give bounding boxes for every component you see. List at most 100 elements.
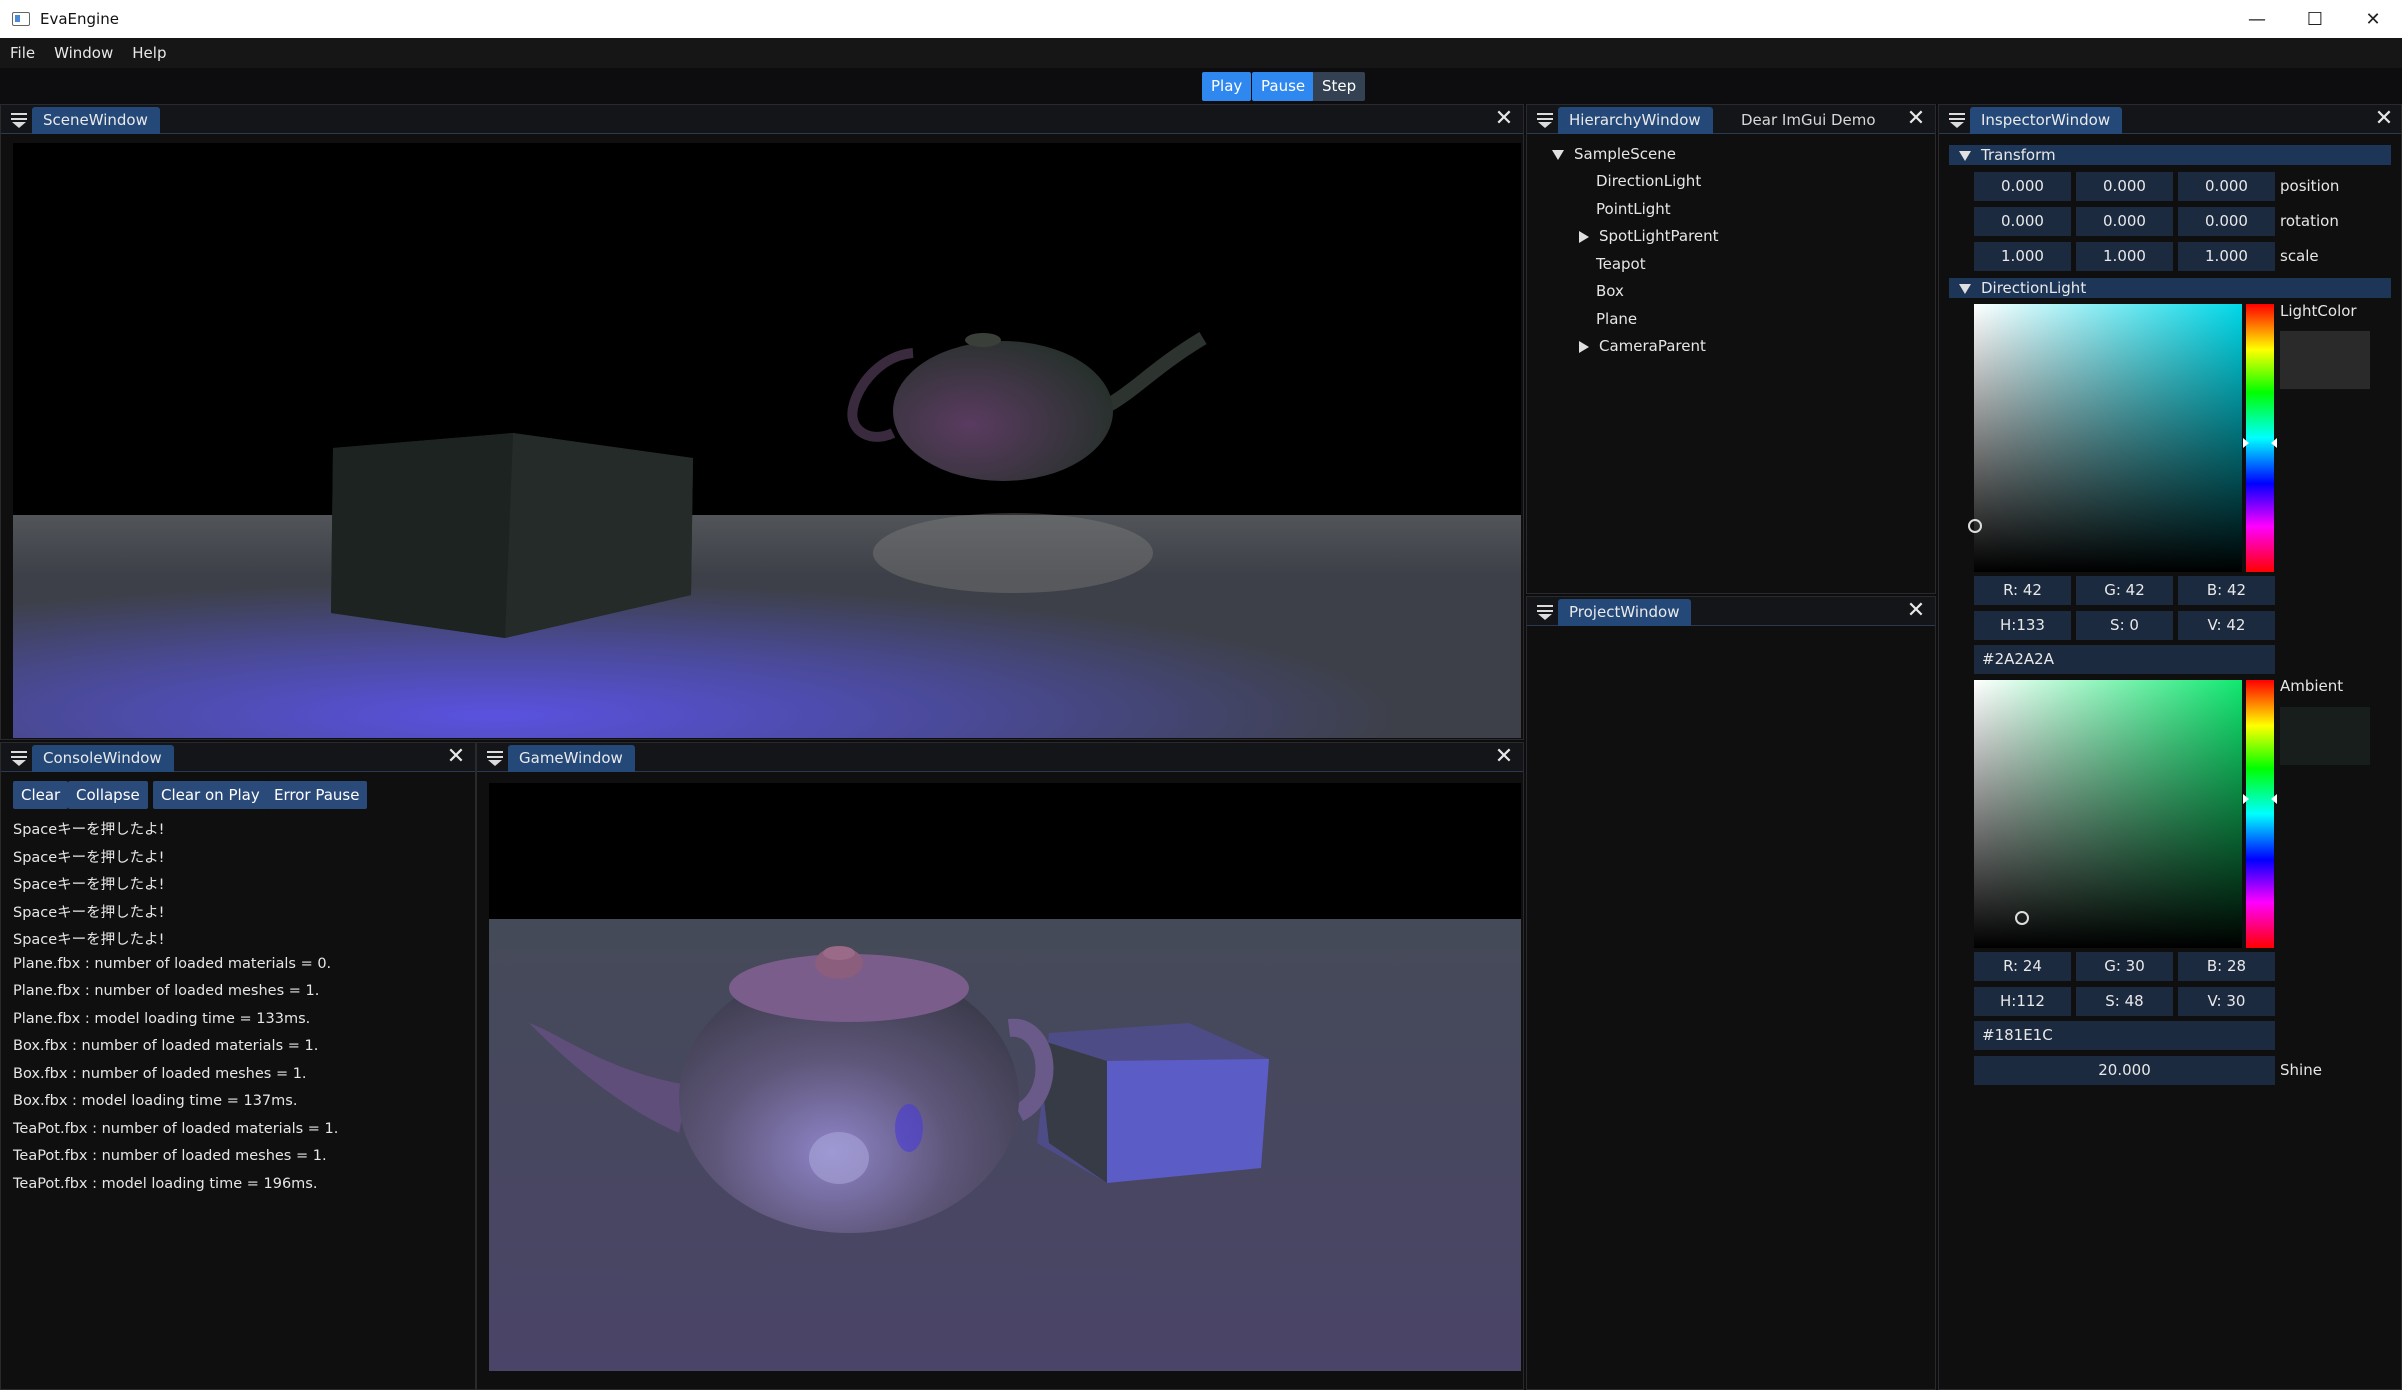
maximize-button[interactable]: ☐ <box>2286 0 2344 38</box>
scale-z-field[interactable]: 1.000 <box>2178 242 2275 271</box>
menu-file[interactable]: File <box>10 44 35 62</box>
tree-item-cameraparent[interactable]: CameraParent <box>1579 337 1706 355</box>
close-icon[interactable]: ✕ <box>1905 600 1927 622</box>
title-bar: EvaEngine — ☐ ✕ <box>0 0 2402 38</box>
ambient-b-field[interactable]: B: 28 <box>2178 952 2275 981</box>
play-button[interactable]: Play <box>1202 72 1252 101</box>
close-icon[interactable]: ✕ <box>1493 108 1515 130</box>
scene-render <box>13 143 1521 738</box>
position-x-field[interactable]: 0.000 <box>1974 172 2071 201</box>
tree-item-directionlight[interactable]: DirectionLight <box>1596 172 1701 190</box>
tab-imgui-demo[interactable]: Dear ImGui Demo <box>1730 107 1888 134</box>
lightcolor-hex-field[interactable]: #2A2A2A <box>1974 645 2275 674</box>
tab-game-window[interactable]: GameWindow <box>508 745 635 772</box>
log-line: Box.fbx : number of loaded materials = 1… <box>13 1038 319 1054</box>
lightcolor-b-field[interactable]: B: 42 <box>2178 576 2275 605</box>
lightcolor-g-field[interactable]: G: 42 <box>2076 576 2173 605</box>
close-icon[interactable]: ✕ <box>1905 108 1927 130</box>
window-menu-icon[interactable] <box>1537 113 1553 128</box>
ambient-hue-bar[interactable] <box>2243 680 2277 948</box>
transform-section-header[interactable]: Transform <box>1949 145 2391 165</box>
section-title: Transform <box>1981 146 2056 164</box>
rotation-z-field[interactable]: 0.000 <box>2178 207 2275 236</box>
window-menu-icon[interactable] <box>11 113 27 128</box>
tab-inspector-window[interactable]: InspectorWindow <box>1970 107 2123 134</box>
ambient-sv-square[interactable] <box>1974 680 2242 948</box>
clear-on-play-button[interactable]: Clear on Play <box>153 781 268 809</box>
close-icon[interactable]: ✕ <box>445 746 467 768</box>
menu-window[interactable]: Window <box>54 44 113 62</box>
hue-marker-right-icon <box>2271 438 2277 448</box>
log-line: Spaceキーを押したよ! <box>13 822 165 838</box>
clear-button[interactable]: Clear <box>13 781 69 809</box>
window-menu-icon[interactable] <box>1537 605 1553 620</box>
window-menu-icon[interactable] <box>1949 113 1965 128</box>
ambient-s-field[interactable]: S: 48 <box>2076 987 2173 1016</box>
game-viewport[interactable] <box>489 783 1521 1371</box>
ambient-r-field[interactable]: R: 24 <box>1974 952 2071 981</box>
log-line: TeaPot.fbx : model loading time = 196ms. <box>13 1176 318 1192</box>
directionlight-section-header[interactable]: DirectionLight <box>1949 278 2391 298</box>
error-pause-button[interactable]: Error Pause <box>266 781 368 809</box>
scene-viewport[interactable] <box>13 143 1521 738</box>
pause-button[interactable]: Pause <box>1252 72 1315 101</box>
rotation-y-field[interactable]: 0.000 <box>2076 207 2173 236</box>
shine-field[interactable]: 20.000 <box>1974 1056 2275 1085</box>
scale-x-field[interactable]: 1.000 <box>1974 242 2071 271</box>
minimize-button[interactable]: — <box>2228 0 2286 38</box>
log-line: Plane.fbx : model loading time = 133ms. <box>13 1011 311 1027</box>
console-toolbar: Clear Collapse Clear on Play Error Pause <box>13 781 473 811</box>
tab-hierarchy-window[interactable]: HierarchyWindow <box>1558 107 1713 134</box>
lightcolor-swatch[interactable] <box>2280 331 2370 389</box>
lightcolor-h-field[interactable]: H:133 <box>1974 611 2071 640</box>
lightcolor-hue-bar[interactable] <box>2243 304 2277 572</box>
lightcolor-sv-square[interactable] <box>1968 304 2242 572</box>
tree-item-plane[interactable]: Plane <box>1596 310 1637 328</box>
tree-item-teapot[interactable]: Teapot <box>1596 255 1646 273</box>
close-window-button[interactable]: ✕ <box>2344 0 2402 38</box>
tree-item-spotlightparent[interactable]: SpotLightParent <box>1579 227 1719 245</box>
log-line: Box.fbx : number of loaded meshes = 1. <box>13 1066 307 1082</box>
position-z-field[interactable]: 0.000 <box>2178 172 2275 201</box>
scene-window-header: SceneWindow ✕ <box>1 105 1523 134</box>
inspector-window: InspectorWindow ✕ Transform 0.000 0.000 … <box>1938 104 2402 1390</box>
collapse-button[interactable]: Collapse <box>68 781 148 809</box>
tree-item-box[interactable]: Box <box>1596 282 1624 300</box>
sv-cursor-icon[interactable] <box>1968 519 1982 533</box>
window-menu-icon[interactable] <box>11 751 27 766</box>
tab-console-window[interactable]: ConsoleWindow <box>32 745 174 772</box>
ambient-v-field[interactable]: V: 30 <box>2178 987 2275 1016</box>
scale-y-field[interactable]: 1.000 <box>2076 242 2173 271</box>
tab-project-window[interactable]: ProjectWindow <box>1558 599 1692 626</box>
close-icon[interactable]: ✕ <box>1493 746 1515 768</box>
app-icon <box>12 12 30 26</box>
scene-window: SceneWindow ✕ <box>0 104 1524 740</box>
close-icon[interactable]: ✕ <box>2373 108 2395 130</box>
hue-marker-left-icon <box>2243 794 2249 804</box>
menu-help[interactable]: Help <box>132 44 166 62</box>
ambient-swatch[interactable] <box>2280 707 2370 765</box>
tab-scene-window[interactable]: SceneWindow <box>32 107 160 134</box>
log-line: Spaceキーを押したよ! <box>13 877 165 893</box>
lightcolor-r-field[interactable]: R: 42 <box>1974 576 2071 605</box>
lightcolor-v-field[interactable]: V: 42 <box>2178 611 2275 640</box>
step-button[interactable]: Step <box>1313 72 1366 101</box>
collapsed-arrow-icon[interactable] <box>1579 230 1589 243</box>
project-window: ProjectWindow ✕ <box>1526 596 1936 1390</box>
menu-bar: File Window Help <box>0 38 2402 68</box>
sv-cursor-icon[interactable] <box>2015 911 2029 925</box>
ambient-hex-field[interactable]: #181E1C <box>1974 1021 2275 1050</box>
collapsed-arrow-icon[interactable] <box>1579 340 1589 353</box>
ambient-g-field[interactable]: G: 30 <box>2076 952 2173 981</box>
rotation-label: rotation <box>2280 212 2339 230</box>
ambient-h-field[interactable]: H:112 <box>1974 987 2071 1016</box>
lightcolor-label: LightColor <box>2280 302 2357 320</box>
window-menu-icon[interactable] <box>487 751 503 766</box>
tree-item-pointlight[interactable]: PointLight <box>1596 200 1671 218</box>
tree-item-samplescene[interactable]: SampleScene <box>1552 145 1676 163</box>
position-y-field[interactable]: 0.000 <box>2076 172 2173 201</box>
expanded-arrow-icon[interactable] <box>1552 149 1564 160</box>
lightcolor-s-field[interactable]: S: 0 <box>2076 611 2173 640</box>
position-label: position <box>2280 177 2340 195</box>
rotation-x-field[interactable]: 0.000 <box>1974 207 2071 236</box>
